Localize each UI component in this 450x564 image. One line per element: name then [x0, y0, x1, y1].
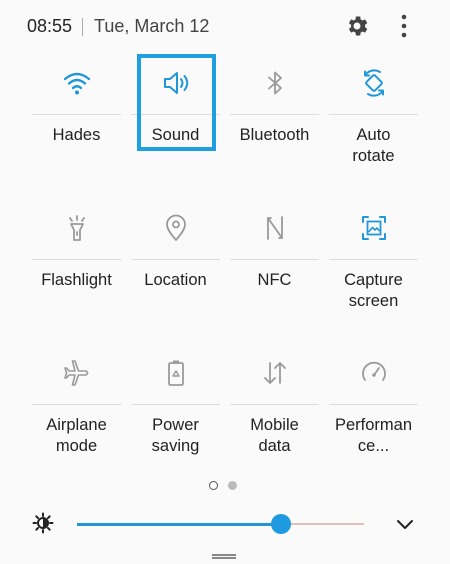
tile-auto-rotate[interactable]: Auto rotate: [324, 52, 423, 197]
tile-nfc[interactable]: NFC: [225, 197, 324, 342]
quick-settings-grid: Hades Sound Bluetooth Auto rotate Flashl…: [27, 52, 423, 472]
tile-label: Airplane mode: [46, 416, 107, 455]
tile-divider: [329, 114, 418, 115]
tile-bluetooth[interactable]: Bluetooth: [225, 52, 324, 197]
drag-handle[interactable]: [212, 554, 236, 559]
tile-divider: [230, 114, 319, 115]
tile-divider: [329, 404, 418, 405]
tile-label: Flashlight: [41, 271, 112, 289]
clock: 08:55: [27, 16, 73, 36]
speedometer-icon: [361, 361, 386, 381]
gear-icon[interactable]: [344, 13, 370, 39]
more-options-icon[interactable]: [394, 13, 414, 39]
date: Tue, March 12: [94, 16, 210, 36]
bluetooth-icon: [267, 71, 282, 95]
status-bar: 08:55 Tue, March 12: [0, 0, 450, 52]
tile-divider: [131, 404, 220, 405]
tile-label: Hades: [52, 126, 101, 144]
brightness-row: [0, 506, 450, 542]
tile-label: Performan ce...: [334, 416, 413, 455]
tile-location[interactable]: Location: [126, 197, 225, 342]
divider: [82, 18, 83, 36]
location-pin-icon: [165, 214, 186, 241]
tile-power-saving[interactable]: Power saving: [126, 342, 225, 487]
page-dot-current[interactable]: [209, 481, 218, 490]
brightness-icon[interactable]: [32, 512, 54, 534]
tile-label: Auto rotate: [352, 126, 395, 165]
tile-label: Bluetooth: [239, 126, 310, 144]
tile-divider: [329, 259, 418, 260]
auto-rotate-icon: [363, 69, 384, 97]
tile-label: Power saving: [151, 416, 200, 455]
brightness-slider-thumb[interactable]: [271, 514, 291, 534]
tile-mobile-data[interactable]: Mobile data: [225, 342, 324, 487]
tile-divider: [230, 404, 319, 405]
tile-capture-screen[interactable]: Capture screen: [324, 197, 423, 342]
tile-divider: [32, 404, 121, 405]
tile-airplane-mode[interactable]: Airplane mode: [27, 342, 126, 487]
chevron-down-icon[interactable]: [395, 514, 415, 534]
tile-divider: [131, 259, 220, 260]
page-dot[interactable]: [228, 481, 237, 490]
flashlight-icon: [68, 215, 85, 241]
brightness-slider-track[interactable]: [281, 523, 364, 525]
tile-label: Capture screen: [344, 271, 403, 310]
tile-wifi[interactable]: Hades: [27, 52, 126, 197]
nfc-icon: [266, 216, 283, 240]
tile-label: NFC: [257, 271, 292, 289]
airplane-icon: [63, 360, 88, 386]
tile-divider: [32, 259, 121, 260]
wifi-icon: [63, 72, 90, 95]
tile-label: Location: [144, 271, 207, 289]
tile-divider: [230, 259, 319, 260]
battery-icon: [167, 360, 184, 386]
tile-flashlight[interactable]: Flashlight: [27, 197, 126, 342]
tile-label: Mobile data: [250, 416, 299, 455]
data-arrows-icon: [263, 362, 286, 384]
selection-highlight: [137, 54, 216, 151]
tile-performance[interactable]: Performan ce...: [324, 342, 423, 487]
tile-divider: [32, 114, 121, 115]
brightness-slider-fill[interactable]: [77, 523, 281, 526]
page-indicator: [0, 481, 450, 493]
screenshot-icon: [361, 216, 386, 240]
